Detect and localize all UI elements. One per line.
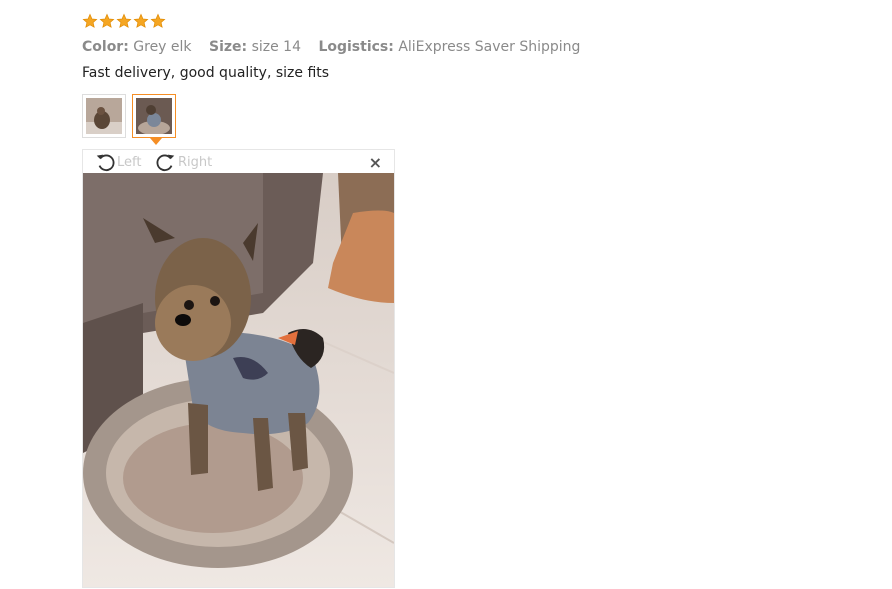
rotate-left-label: Left <box>117 154 142 170</box>
photo-thumbnail[interactable] <box>82 94 126 138</box>
logistics-value: AliExpress Saver Shipping <box>398 39 581 55</box>
size-value: size 14 <box>251 39 301 55</box>
color-label: Color: <box>82 39 129 55</box>
color-value: Grey elk <box>133 39 192 55</box>
review-photo <box>83 173 394 587</box>
rotate-right-label: Right <box>178 154 213 170</box>
close-icon[interactable]: × <box>369 153 382 172</box>
star-icon <box>133 13 149 28</box>
star-icon <box>82 13 98 28</box>
active-thumbnail-pointer <box>150 138 162 145</box>
rotate-left-icon <box>96 154 115 172</box>
rotate-right-button[interactable]: Right <box>155 151 212 173</box>
photo-thumbnail-active[interactable] <box>132 94 176 145</box>
star-rating <box>82 13 166 29</box>
photo-thumbnail-icon <box>136 98 172 134</box>
size-label: Size: <box>208 39 248 55</box>
logistics-attribute: Logistics: AliExpress Saver Shipping <box>318 39 580 55</box>
star-icon <box>99 13 115 28</box>
rotate-right-icon <box>156 154 175 172</box>
logistics-label: Logistics: <box>318 39 394 55</box>
star-icon <box>116 13 132 28</box>
photo-thumbnails <box>82 94 176 145</box>
review-text: Fast delivery, good quality, size fits <box>82 65 330 81</box>
color-attribute: Color: Grey elk <box>82 39 196 55</box>
photo-viewer: Left Right × <box>82 149 395 588</box>
rotate-left-button[interactable]: Left <box>94 151 141 173</box>
review-attributes: Color: Grey elk Size: size 14 Logistics:… <box>82 39 593 55</box>
size-attribute: Size: size 14 <box>209 39 305 55</box>
photo-viewer-toolbar: Left Right × <box>83 150 394 173</box>
photo-thumbnail-icon <box>86 98 122 134</box>
star-icon <box>150 13 166 28</box>
